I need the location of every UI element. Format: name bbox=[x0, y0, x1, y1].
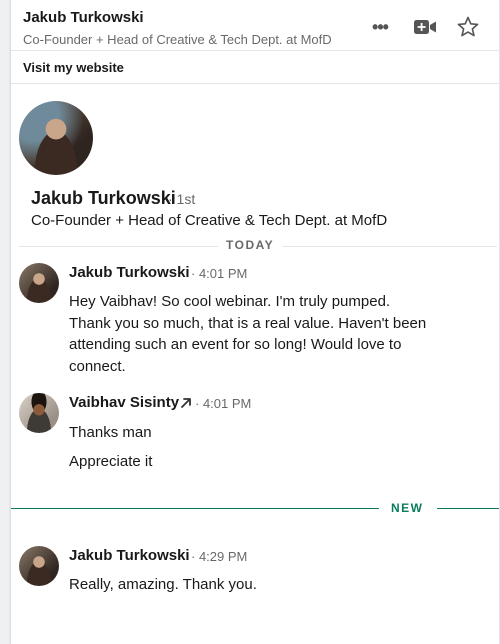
new-divider-line bbox=[11, 508, 379, 509]
message-text: attending such an event for so long! Wou… bbox=[69, 336, 402, 353]
avatar[interactable] bbox=[19, 546, 59, 586]
message-sender[interactable]: Vaibhav Sisinty bbox=[69, 394, 179, 411]
message-text: Thank you so much, that is a real value.… bbox=[69, 315, 427, 332]
message-text: Really, amazing. Thank you. bbox=[69, 576, 257, 593]
message-timestamp: · 4:01 PM bbox=[195, 396, 252, 411]
conversation-header: Jakub Turkowski Co-Founder + Head of Cre… bbox=[11, 0, 499, 51]
message-text: Hey Vaibhav! So cool webinar. I'm truly … bbox=[69, 293, 391, 310]
new-divider-label: NEW bbox=[391, 501, 424, 515]
connection-degree: · 1st bbox=[168, 191, 196, 207]
message-timestamp: · 4:29 PM bbox=[191, 549, 248, 564]
message-timestamp: · 4:01 PM bbox=[191, 266, 248, 281]
message-text: connect. bbox=[69, 358, 126, 375]
avatar[interactable] bbox=[19, 393, 59, 433]
video-icon[interactable] bbox=[409, 15, 441, 39]
profile-name[interactable]: Jakub Turkowski bbox=[31, 188, 176, 209]
header-contact-title: Co-Founder + Head of Creative & Tech Dep… bbox=[23, 32, 332, 47]
more-icon[interactable]: ••• bbox=[365, 15, 395, 39]
avatar[interactable] bbox=[19, 263, 59, 303]
message-text: Appreciate it bbox=[69, 453, 153, 470]
profile-avatar[interactable] bbox=[19, 101, 93, 175]
star-icon[interactable] bbox=[455, 14, 481, 40]
visit-website-link[interactable]: Visit my website bbox=[23, 60, 124, 75]
profile-headline: Co-Founder + Head of Creative & Tech Dep… bbox=[31, 212, 388, 229]
message-sender[interactable]: Jakub Turkowski bbox=[69, 547, 190, 564]
header-contact-name[interactable]: Jakub Turkowski bbox=[23, 9, 144, 26]
external-link-arrow-icon[interactable] bbox=[180, 397, 192, 409]
message-sender[interactable]: Jakub Turkowski bbox=[69, 264, 190, 281]
conversation-panel: Jakub Turkowski Co-Founder + Head of Cre… bbox=[10, 0, 499, 644]
header-actions: ••• bbox=[365, 14, 481, 40]
date-divider-label: TODAY bbox=[218, 238, 283, 252]
new-divider-line bbox=[437, 508, 499, 509]
website-bar: Visit my website bbox=[11, 51, 499, 84]
message-text: Thanks man bbox=[69, 424, 152, 441]
